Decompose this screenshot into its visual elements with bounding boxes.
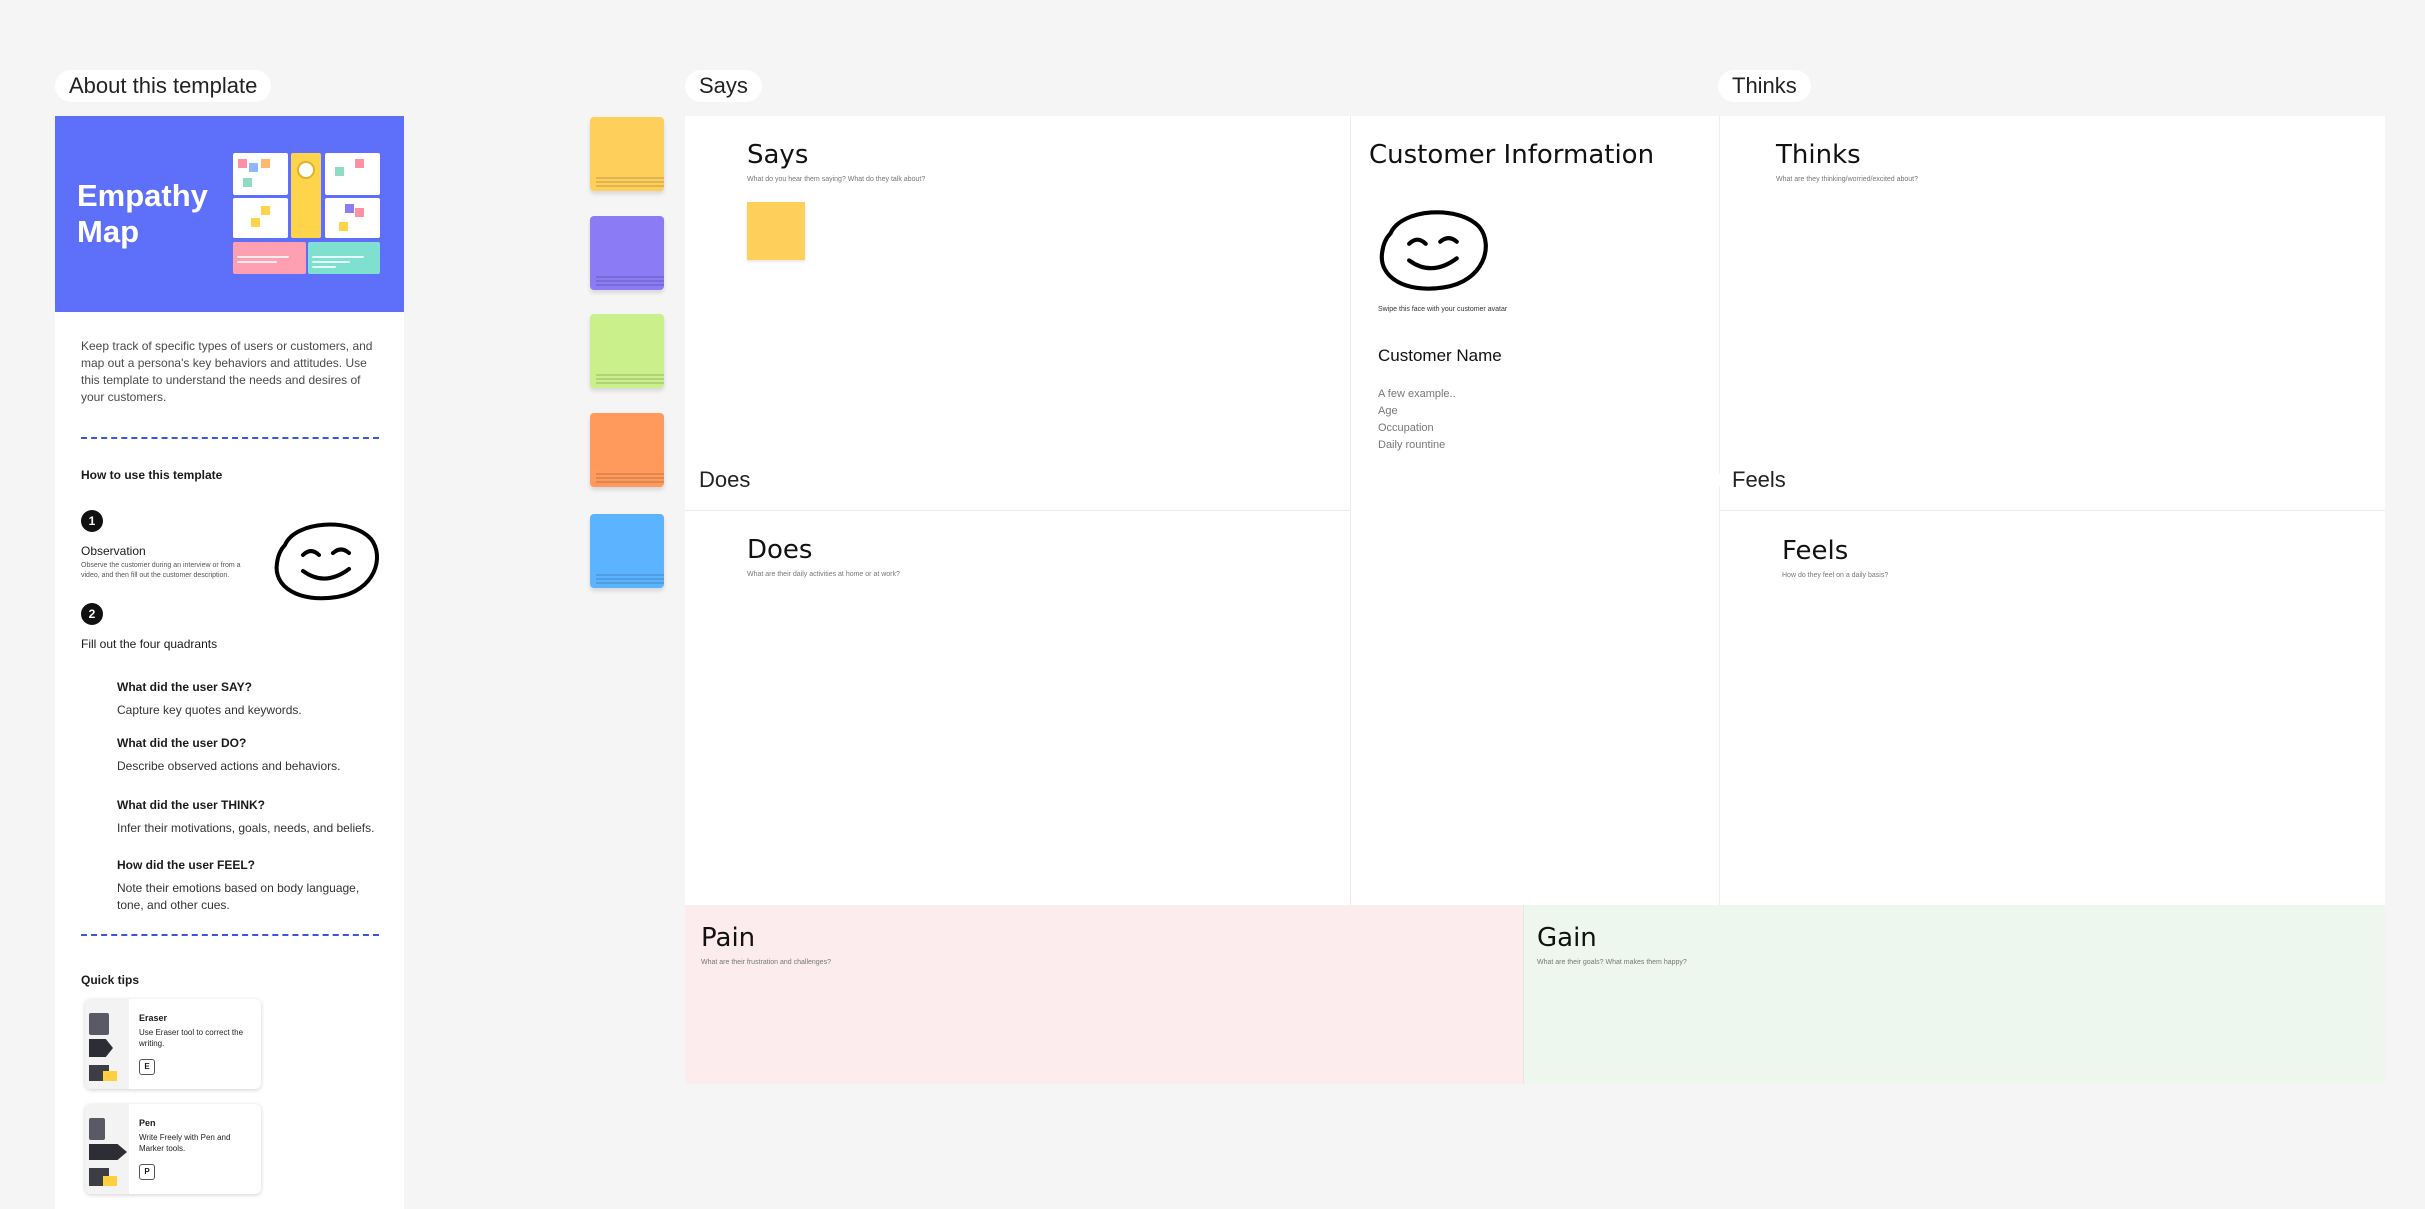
doodle-face-icon [274,522,380,601]
does-subtitle: What are their daily activities at home … [747,571,900,578]
grid-divider [1720,510,2385,511]
sticky-note-stack-purple[interactable] [590,216,664,290]
frame-label-about[interactable]: About this template [55,70,272,102]
feels-subtitle: How do they feel on a daily basis? [1782,572,1889,579]
section-divider [81,934,379,936]
tip-eraser-name: Eraser [139,1013,168,1023]
grid-divider [1523,905,1524,1084]
tip-pen-shortcut: P [139,1164,155,1180]
quick-tips-heading: Quick tips [81,973,140,987]
section-divider [81,437,379,439]
step-1-description: Observe the customer during an interview… [81,562,241,579]
step-1-number: 1 [81,510,103,532]
tip-eraser-shortcut: E [139,1059,155,1075]
pain-area[interactable]: Pain What are their frustration and chal… [685,905,1523,1084]
customer-field-example: A few example.. [1378,388,1456,400]
pain-title: Pain [701,923,756,953]
sticky-note-stack-green[interactable] [590,314,664,388]
tip-pen-name: Pen [139,1118,156,1128]
step-2-number: 2 [81,603,103,625]
says-quadrant[interactable]: Says What do you hear them saying? What … [685,116,1350,511]
step-2-title: Fill out the four quadrants [81,637,218,651]
tip-card-eraser[interactable]: Eraser Use Eraser tool to correct the wr… [85,999,261,1089]
customer-avatar-face-icon [1379,210,1488,291]
thinks-subtitle: What are they thinking/worried/excited a… [1776,176,1919,183]
feels-title: Feels [1782,536,1849,566]
question-say-title: What did the user SAY? [117,680,252,694]
pen-tool-icon [85,1104,129,1194]
question-think-title: What did the user THINK? [117,798,265,812]
tip-card-pen[interactable]: Pen Write Freely with Pen and Marker too… [85,1104,261,1194]
hero-title: Empathy Map [77,178,208,249]
how-to-heading: How to use this template [81,468,223,482]
sticky-note-stack-blue[interactable] [590,514,664,588]
question-feel-desc: Note their emotions based on body langua… [117,881,360,912]
empathy-map-board: Says What do you hear them saying? What … [685,116,2385,1084]
sticky-note-stack-orange[interactable] [590,413,664,487]
customer-info-title: Customer Information [1369,140,1655,170]
frame-label-thinks[interactable]: Thinks [1718,70,1811,102]
customer-field-routine: Daily rountine [1378,439,1446,451]
grid-divider [1719,116,1720,905]
frame-label-does[interactable]: Does [685,464,765,496]
template-hero-banner: Empathy Map [55,116,404,312]
does-title: Does [747,535,813,565]
thinks-title: Thinks [1776,140,1861,170]
pain-subtitle: What are their frustration and challenge… [701,959,831,966]
sticky-note-stack-yellow[interactable] [590,117,664,191]
customer-name-title: Customer Name [1378,346,1502,365]
says-subtitle: What do you hear them saying? What do th… [747,176,926,183]
question-do-title: What did the user DO? [117,736,247,750]
customer-field-age: Age [1378,405,1398,417]
grid-divider [1350,116,1351,905]
tip-eraser-desc: Use Eraser tool to correct the writing. [139,1028,244,1048]
customer-info-panel[interactable]: Customer Information Swipe this face wit… [1351,116,1719,905]
eraser-tool-icon [85,999,129,1089]
gain-subtitle: What are their goals? What makes them ha… [1537,959,1687,966]
question-do-desc: Describe observed actions and behaviors. [117,759,341,773]
says-title: Says [747,140,809,170]
gain-title: Gain [1537,923,1597,953]
question-say-desc: Capture key quotes and keywords. [117,703,302,717]
customer-field-occupation: Occupation [1378,422,1434,434]
step-1-title: Observation [81,544,146,558]
sticky-note[interactable] [747,202,805,260]
does-quadrant[interactable]: Does What are their daily activities at … [685,511,1350,905]
feels-quadrant[interactable]: Feels How do they feel on a daily basis? [1720,511,2385,905]
grid-divider [685,510,1350,511]
question-think-desc: Infer their motivations, goals, needs, a… [117,821,375,835]
avatar-caption: Swipe this face with your customer avata… [1378,306,1508,313]
template-info-panel[interactable]: Empathy Map Keep track of specific types… [55,116,404,1209]
frame-label-feels[interactable]: Feels [1718,464,1800,496]
question-feel-title: How did the user FEEL? [117,858,256,872]
frame-label-says[interactable]: Says [685,70,762,102]
thinks-quadrant[interactable]: Thinks What are they thinking/worried/ex… [1720,116,2385,511]
gain-area[interactable]: Gain What are their goals? What makes th… [1523,905,2385,1084]
tip-pen-desc: Write Freely with Pen and Marker tools. [139,1133,231,1153]
template-description: Keep track of specific types of users or… [81,339,373,404]
